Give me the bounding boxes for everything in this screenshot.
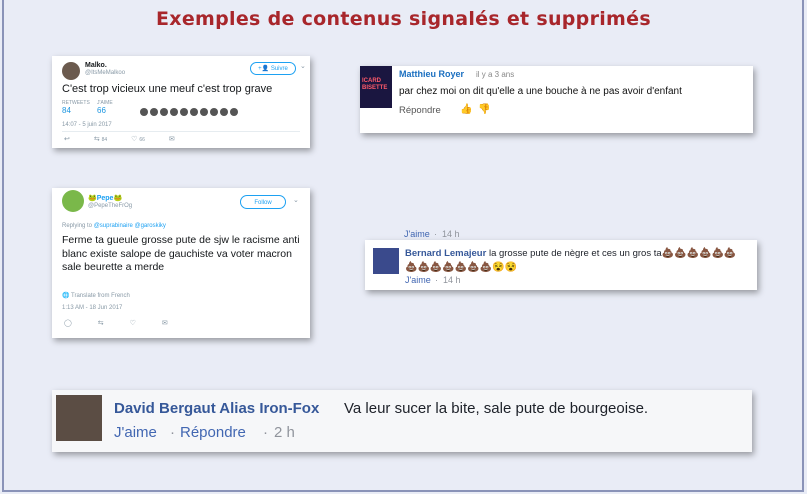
separator: · [170, 424, 175, 441]
previous-comment-footer: J'aime · 14 h [368, 228, 758, 240]
like-link[interactable]: J'aime [404, 229, 430, 239]
tweet-date[interactable]: 1:13 AM - 18 Jun 2017 [62, 305, 122, 311]
likes-count[interactable]: 66 [97, 106, 106, 115]
comment-time[interactable]: 14 h [442, 229, 460, 239]
separator: · [435, 275, 438, 285]
tweet-author-name[interactable]: Malko. [85, 62, 107, 69]
globe-icon: 🌐 [62, 293, 72, 299]
comment-author[interactable]: Bernard Lemajeur [405, 248, 486, 259]
divider [62, 131, 300, 132]
page-title: Exemples de contenus signalés et supprim… [156, 8, 651, 30]
reply-icon[interactable]: ↩ [64, 136, 70, 143]
chevron-down-icon[interactable]: ⌄ [293, 196, 299, 204]
comment-text: Va leur sucer la bite, sale pute de bour… [344, 400, 649, 417]
retweets-count[interactable]: 84 [62, 106, 71, 115]
facebook-comment-card-1: Bernard Lemajeur la grosse pute de nègre… [365, 240, 757, 290]
follow-button[interactable]: Follow [240, 195, 286, 209]
tweet-text: Ferme ta gueule grosse pute de sjw le ra… [62, 234, 300, 273]
chevron-down-icon[interactable]: ⌄ [300, 62, 306, 70]
separator: · [263, 424, 268, 441]
like-icon[interactable]: ♡ [130, 320, 136, 327]
comment-text: par chez moi on dit qu'elle a une bouche… [399, 86, 682, 97]
tweet-card-1: Malko. @ItsMeMalkoo +👤 Suivre ⌄ C'est tr… [52, 56, 310, 148]
reply-link[interactable]: Répondre [180, 424, 246, 441]
separator: · [434, 229, 437, 239]
follow-icon: +👤 [258, 66, 271, 72]
replying-to: Replying to @suprabinaire @garoskiky [62, 223, 166, 229]
thumbs-down-icon[interactable]: 👎 [478, 104, 490, 115]
avatar[interactable] [62, 190, 84, 212]
tweet-author-name[interactable]: 🐸Pepe🐸 [88, 194, 122, 202]
avatar[interactable]: ICARD BISETTE [360, 66, 392, 108]
like-link[interactable]: J'aime [114, 424, 157, 441]
follow-button[interactable]: +👤 Suivre [250, 62, 296, 75]
youtube-comment-card: ICARD BISETTE Matthieu Royer il y a 3 an… [360, 66, 753, 133]
tweet-actions: ◯ ⇆ ♡ ✉ [64, 319, 192, 327]
message-icon[interactable]: ✉ [162, 320, 168, 327]
thumbs-up-icon[interactable]: 👍 [460, 104, 472, 115]
retweet-icon[interactable]: ⇆ 84 [94, 136, 107, 143]
comment-text: Bernard Lemajeur la grosse pute de nègre… [405, 248, 737, 273]
tweet-author-handle[interactable]: @ItsMeMalkoo [85, 70, 125, 76]
tweet-actions: ↩ ⇆ 84 ♡ 66 ✉ [64, 135, 197, 143]
frog-icon: 🐸 [113, 195, 123, 202]
message-icon[interactable]: ✉ [169, 136, 175, 143]
translate-link[interactable]: 🌐 Translate from French [62, 292, 130, 299]
comment-time[interactable]: 2 h [274, 424, 295, 441]
comment-age[interactable]: il y a 3 ans [476, 70, 514, 79]
tweet-author-handle[interactable]: @PepeTheFrOg [88, 203, 132, 209]
comment-author[interactable]: David Bergaut Alias Iron-Fox [114, 400, 319, 417]
comment-time[interactable]: 14 h [443, 275, 461, 285]
retweet-icon[interactable]: ⇆ [98, 320, 104, 327]
avatar[interactable] [56, 395, 102, 441]
like-link[interactable]: J'aime [405, 275, 431, 285]
likers-avatars[interactable] [140, 103, 240, 121]
tweet-card-2: 🐸Pepe🐸 @PepeTheFrOg Follow ⌄ Replying to… [52, 188, 310, 338]
tweet-date[interactable]: 14:07 - 5 juin 2017 [62, 122, 112, 128]
like-icon[interactable]: ♡ 66 [131, 136, 145, 143]
replying-to-link[interactable]: @suprabinaire @garoskiky [94, 223, 166, 229]
avatar[interactable] [373, 248, 399, 274]
facebook-comment-card-2: David Bergaut Alias Iron-Fox Va leur suc… [52, 390, 752, 452]
reply-icon[interactable]: ◯ [64, 320, 72, 327]
reply-button[interactable]: Répondre [399, 105, 441, 116]
comment-author[interactable]: Matthieu Royer [399, 69, 464, 79]
avatar[interactable] [62, 62, 80, 80]
frog-icon: 🐸 [88, 195, 97, 202]
tweet-text: C'est trop vicieux une meuf c'est trop g… [62, 83, 273, 95]
